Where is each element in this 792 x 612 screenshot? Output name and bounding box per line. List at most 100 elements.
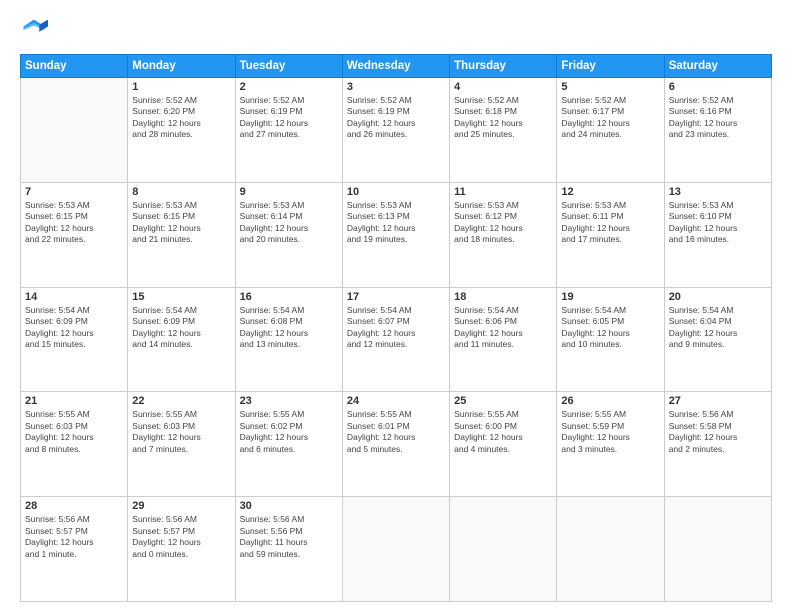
day-info: Sunrise: 5:54 AM Sunset: 6:07 PM Dayligh… [347,305,445,351]
calendar-cell [557,497,664,602]
day-number: 30 [240,500,338,512]
day-number: 6 [669,81,767,93]
day-info: Sunrise: 5:54 AM Sunset: 6:09 PM Dayligh… [25,305,123,351]
day-info: Sunrise: 5:56 AM Sunset: 5:57 PM Dayligh… [25,514,123,560]
calendar-cell: 28 Sunrise: 5:56 AM Sunset: 5:57 PM Dayli… [21,497,128,602]
day-number: 24 [347,395,445,407]
calendar-cell: 25 Sunrise: 5:55 AM Sunset: 6:00 PM Dayli… [450,392,557,497]
calendar-cell: 10 Sunrise: 5:53 AM Sunset: 6:13 PM Dayli… [342,182,449,287]
day-info: Sunrise: 5:54 AM Sunset: 6:08 PM Dayligh… [240,305,338,351]
day-number: 27 [669,395,767,407]
calendar-cell [342,497,449,602]
weekday-header: Friday [557,55,664,78]
day-number: 22 [132,395,230,407]
day-number: 23 [240,395,338,407]
calendar-cell: 26 Sunrise: 5:55 AM Sunset: 5:59 PM Dayli… [557,392,664,497]
calendar-cell: 9 Sunrise: 5:53 AM Sunset: 6:14 PM Daylig… [235,182,342,287]
calendar-cell: 23 Sunrise: 5:55 AM Sunset: 6:02 PM Dayli… [235,392,342,497]
weekday-header: Wednesday [342,55,449,78]
calendar-cell: 14 Sunrise: 5:54 AM Sunset: 6:09 PM Dayli… [21,287,128,392]
day-info: Sunrise: 5:56 AM Sunset: 5:58 PM Dayligh… [669,409,767,455]
day-info: Sunrise: 5:55 AM Sunset: 6:03 PM Dayligh… [25,409,123,455]
day-info: Sunrise: 5:52 AM Sunset: 6:20 PM Dayligh… [132,95,230,141]
logo [20,16,52,44]
weekday-header-row: SundayMondayTuesdayWednesdayThursdayFrid… [21,55,772,78]
day-number: 21 [25,395,123,407]
day-info: Sunrise: 5:52 AM Sunset: 6:18 PM Dayligh… [454,95,552,141]
day-info: Sunrise: 5:52 AM Sunset: 6:19 PM Dayligh… [347,95,445,141]
calendar-cell: 13 Sunrise: 5:53 AM Sunset: 6:10 PM Dayli… [664,182,771,287]
day-info: Sunrise: 5:53 AM Sunset: 6:10 PM Dayligh… [669,200,767,246]
day-number: 10 [347,186,445,198]
day-info: Sunrise: 5:53 AM Sunset: 6:12 PM Dayligh… [454,200,552,246]
day-number: 5 [561,81,659,93]
calendar-cell: 20 Sunrise: 5:54 AM Sunset: 6:04 PM Dayli… [664,287,771,392]
weekday-header: Monday [128,55,235,78]
day-info: Sunrise: 5:52 AM Sunset: 6:19 PM Dayligh… [240,95,338,141]
calendar-cell: 6Sunrise: 5:52 AM Sunset: 6:16 PM Daylig… [664,78,771,183]
weekday-header: Thursday [450,55,557,78]
day-number: 25 [454,395,552,407]
calendar-cell: 27 Sunrise: 5:56 AM Sunset: 5:58 PM Dayli… [664,392,771,497]
day-number: 28 [25,500,123,512]
day-number: 2 [240,81,338,93]
day-number: 3 [347,81,445,93]
calendar-week-row: 7 Sunrise: 5:53 AM Sunset: 6:15 PM Daylig… [21,182,772,287]
calendar-cell: 3 Sunrise: 5:52 AM Sunset: 6:19 PM Daylig… [342,78,449,183]
weekday-header: Saturday [664,55,771,78]
page-header [20,16,772,44]
day-info: Sunrise: 5:55 AM Sunset: 6:03 PM Dayligh… [132,409,230,455]
day-info: Sunrise: 5:53 AM Sunset: 6:11 PM Dayligh… [561,200,659,246]
calendar-cell: 7 Sunrise: 5:53 AM Sunset: 6:15 PM Daylig… [21,182,128,287]
day-info: Sunrise: 5:53 AM Sunset: 6:14 PM Dayligh… [240,200,338,246]
calendar-cell [664,497,771,602]
day-number: 18 [454,291,552,303]
calendar-cell: 1 Sunrise: 5:52 AM Sunset: 6:20 PM Daylig… [128,78,235,183]
calendar-cell [21,78,128,183]
day-number: 1 [132,81,230,93]
day-number: 12 [561,186,659,198]
calendar-cell: 29Sunrise: 5:56 AM Sunset: 5:57 PM Dayli… [128,497,235,602]
day-number: 13 [669,186,767,198]
day-info: Sunrise: 5:55 AM Sunset: 6:00 PM Dayligh… [454,409,552,455]
calendar-cell: 8Sunrise: 5:53 AM Sunset: 6:15 PM Daylig… [128,182,235,287]
day-info: Sunrise: 5:55 AM Sunset: 5:59 PM Dayligh… [561,409,659,455]
day-number: 8 [132,186,230,198]
calendar-week-row: 1 Sunrise: 5:52 AM Sunset: 6:20 PM Daylig… [21,78,772,183]
calendar-cell [450,497,557,602]
day-info: Sunrise: 5:56 AM Sunset: 5:56 PM Dayligh… [240,514,338,560]
day-number: 29 [132,500,230,512]
day-number: 20 [669,291,767,303]
calendar-cell: 4Sunrise: 5:52 AM Sunset: 6:18 PM Daylig… [450,78,557,183]
calendar-cell: 22 Sunrise: 5:55 AM Sunset: 6:03 PM Dayli… [128,392,235,497]
calendar-week-row: 14 Sunrise: 5:54 AM Sunset: 6:09 PM Dayli… [21,287,772,392]
day-info: Sunrise: 5:55 AM Sunset: 6:01 PM Dayligh… [347,409,445,455]
day-number: 16 [240,291,338,303]
calendar-cell: 17 Sunrise: 5:54 AM Sunset: 6:07 PM Dayli… [342,287,449,392]
day-info: Sunrise: 5:54 AM Sunset: 6:05 PM Dayligh… [561,305,659,351]
day-number: 7 [25,186,123,198]
day-number: 15 [132,291,230,303]
calendar-cell: 30 Sunrise: 5:56 AM Sunset: 5:56 PM Dayli… [235,497,342,602]
weekday-header: Sunday [21,55,128,78]
calendar-week-row: 21 Sunrise: 5:55 AM Sunset: 6:03 PM Dayli… [21,392,772,497]
calendar-cell: 11 Sunrise: 5:53 AM Sunset: 6:12 PM Dayli… [450,182,557,287]
calendar-cell: 5 Sunrise: 5:52 AM Sunset: 6:17 PM Daylig… [557,78,664,183]
day-number: 9 [240,186,338,198]
day-info: Sunrise: 5:54 AM Sunset: 6:09 PM Dayligh… [132,305,230,351]
day-number: 14 [25,291,123,303]
day-info: Sunrise: 5:54 AM Sunset: 6:04 PM Dayligh… [669,305,767,351]
day-number: 17 [347,291,445,303]
calendar-cell: 19Sunrise: 5:54 AM Sunset: 6:05 PM Dayli… [557,287,664,392]
calendar-cell: 21 Sunrise: 5:55 AM Sunset: 6:03 PM Dayli… [21,392,128,497]
calendar-table: SundayMondayTuesdayWednesdayThursdayFrid… [20,54,772,602]
day-info: Sunrise: 5:53 AM Sunset: 6:13 PM Dayligh… [347,200,445,246]
weekday-header: Tuesday [235,55,342,78]
day-info: Sunrise: 5:55 AM Sunset: 6:02 PM Dayligh… [240,409,338,455]
day-info: Sunrise: 5:52 AM Sunset: 6:17 PM Dayligh… [561,95,659,141]
day-number: 26 [561,395,659,407]
calendar-cell: 12 Sunrise: 5:53 AM Sunset: 6:11 PM Dayli… [557,182,664,287]
day-number: 11 [454,186,552,198]
day-info: Sunrise: 5:53 AM Sunset: 6:15 PM Dayligh… [25,200,123,246]
day-info: Sunrise: 5:54 AM Sunset: 6:06 PM Dayligh… [454,305,552,351]
